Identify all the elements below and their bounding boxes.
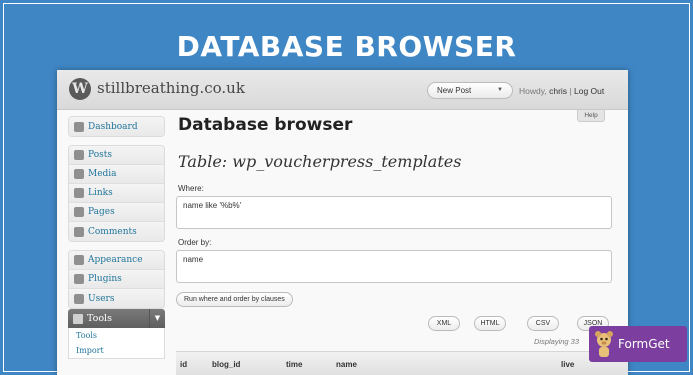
sidebar-item-links[interactable]: Links bbox=[69, 184, 164, 203]
sidebar-item-plugins[interactable]: Plugins bbox=[69, 270, 164, 289]
tools-submenu: Tools Import bbox=[68, 328, 165, 359]
sidebar-item-label: Media bbox=[88, 169, 117, 179]
username-link[interactable]: chris bbox=[549, 86, 567, 96]
sidebar-item-label: Users bbox=[88, 293, 115, 304]
column-header-id[interactable]: id bbox=[180, 360, 187, 369]
menu-group-dashboard: Dashboard bbox=[68, 116, 165, 137]
column-header-time[interactable]: time bbox=[286, 360, 302, 369]
displaying-count: Displaying 33 bbox=[534, 337, 580, 346]
sidebar-item-tools[interactable]: Tools ▼ bbox=[68, 309, 165, 328]
table-title: Table: wp_voucherpress_templates bbox=[178, 152, 462, 171]
pages-icon bbox=[74, 207, 84, 217]
comments-icon bbox=[74, 226, 84, 237]
help-label: Help bbox=[584, 112, 598, 119]
logout-link[interactable]: Log Out bbox=[574, 86, 604, 96]
export-html-button[interactable]: HTML bbox=[474, 316, 506, 331]
browser-window: W stillbreathing.co.uk New Post ▼ Howdy,… bbox=[57, 70, 628, 375]
sidebar-item-posts[interactable]: Posts bbox=[69, 146, 164, 165]
appearance-icon bbox=[74, 255, 84, 265]
links-icon bbox=[74, 188, 84, 198]
chevron-down-icon[interactable]: ▼ bbox=[149, 309, 165, 328]
new-post-dropdown[interactable]: New Post ▼ bbox=[427, 82, 513, 99]
chevron-down-icon: ▼ bbox=[497, 87, 503, 93]
sidebar-item-comments[interactable]: Comments bbox=[69, 222, 164, 241]
sidebar-item-label: Links bbox=[88, 188, 113, 198]
sidebar-item-users[interactable]: Users bbox=[69, 289, 164, 308]
sidebar-item-label: Comments bbox=[88, 226, 137, 237]
sidebar-item-label: Tools bbox=[87, 313, 112, 324]
submenu-item-tools[interactable]: Tools bbox=[69, 328, 164, 343]
sidebar-item-label: Plugins bbox=[88, 274, 122, 284]
formget-mascot-icon bbox=[595, 331, 613, 357]
column-header-blog-id[interactable]: blog_id bbox=[212, 360, 240, 369]
formget-badge: FormGet bbox=[589, 326, 687, 362]
sidebar-item-label: Appearance bbox=[88, 255, 143, 265]
tools-icon bbox=[73, 313, 83, 324]
users-icon bbox=[74, 293, 84, 304]
page-title: Database browser bbox=[178, 115, 353, 135]
sidebar-item-pages[interactable]: Pages bbox=[69, 203, 164, 222]
menu-group-content: Posts Media Links Pages Comments bbox=[68, 145, 165, 242]
orderby-input[interactable]: name bbox=[176, 250, 612, 283]
separator: | bbox=[569, 86, 572, 96]
results-table-header: id blog_id time name live bbox=[176, 351, 628, 375]
run-clauses-button[interactable]: Run where and order by clauses bbox=[176, 292, 293, 307]
formget-label: FormGet bbox=[618, 337, 670, 351]
where-input[interactable]: name like '%b%' bbox=[176, 196, 612, 229]
submenu-item-import[interactable]: Import bbox=[69, 343, 164, 358]
orderby-label: Order by: bbox=[178, 238, 212, 247]
wordpress-logo-icon[interactable]: W bbox=[69, 78, 91, 100]
column-header-name[interactable]: name bbox=[336, 360, 357, 369]
site-name[interactable]: stillbreathing.co.uk bbox=[97, 79, 245, 97]
export-xml-button[interactable]: XML bbox=[428, 316, 460, 331]
sidebar-item-label: Dashboard bbox=[88, 121, 138, 132]
new-post-label: New Post bbox=[437, 86, 472, 95]
sidebar-item-label: Posts bbox=[88, 150, 112, 160]
where-label: Where: bbox=[178, 184, 204, 193]
sidebar-item-appearance[interactable]: Appearance bbox=[69, 251, 164, 270]
banner-title: DATABASE BROWSER bbox=[176, 30, 517, 63]
media-icon bbox=[74, 169, 84, 179]
user-greeting: Howdy, chris | Log Out bbox=[519, 86, 604, 96]
posts-icon bbox=[74, 150, 84, 160]
admin-header: W stillbreathing.co.uk New Post ▼ Howdy,… bbox=[57, 70, 628, 110]
admin-sidebar: Dashboard Posts Media Links Pages Commen… bbox=[68, 116, 165, 359]
sidebar-item-media[interactable]: Media bbox=[69, 165, 164, 184]
howdy-label: Howdy, bbox=[519, 86, 547, 96]
sidebar-item-label: Pages bbox=[88, 207, 115, 217]
sidebar-item-dashboard[interactable]: Dashboard bbox=[69, 117, 164, 136]
plugins-icon bbox=[74, 274, 84, 284]
dashboard-icon bbox=[74, 121, 84, 132]
export-csv-button[interactable]: CSV bbox=[527, 316, 559, 331]
menu-group-settings: Appearance Plugins Users bbox=[68, 250, 165, 309]
help-tab[interactable]: Help bbox=[577, 110, 605, 122]
column-header-live[interactable]: live bbox=[561, 360, 574, 369]
